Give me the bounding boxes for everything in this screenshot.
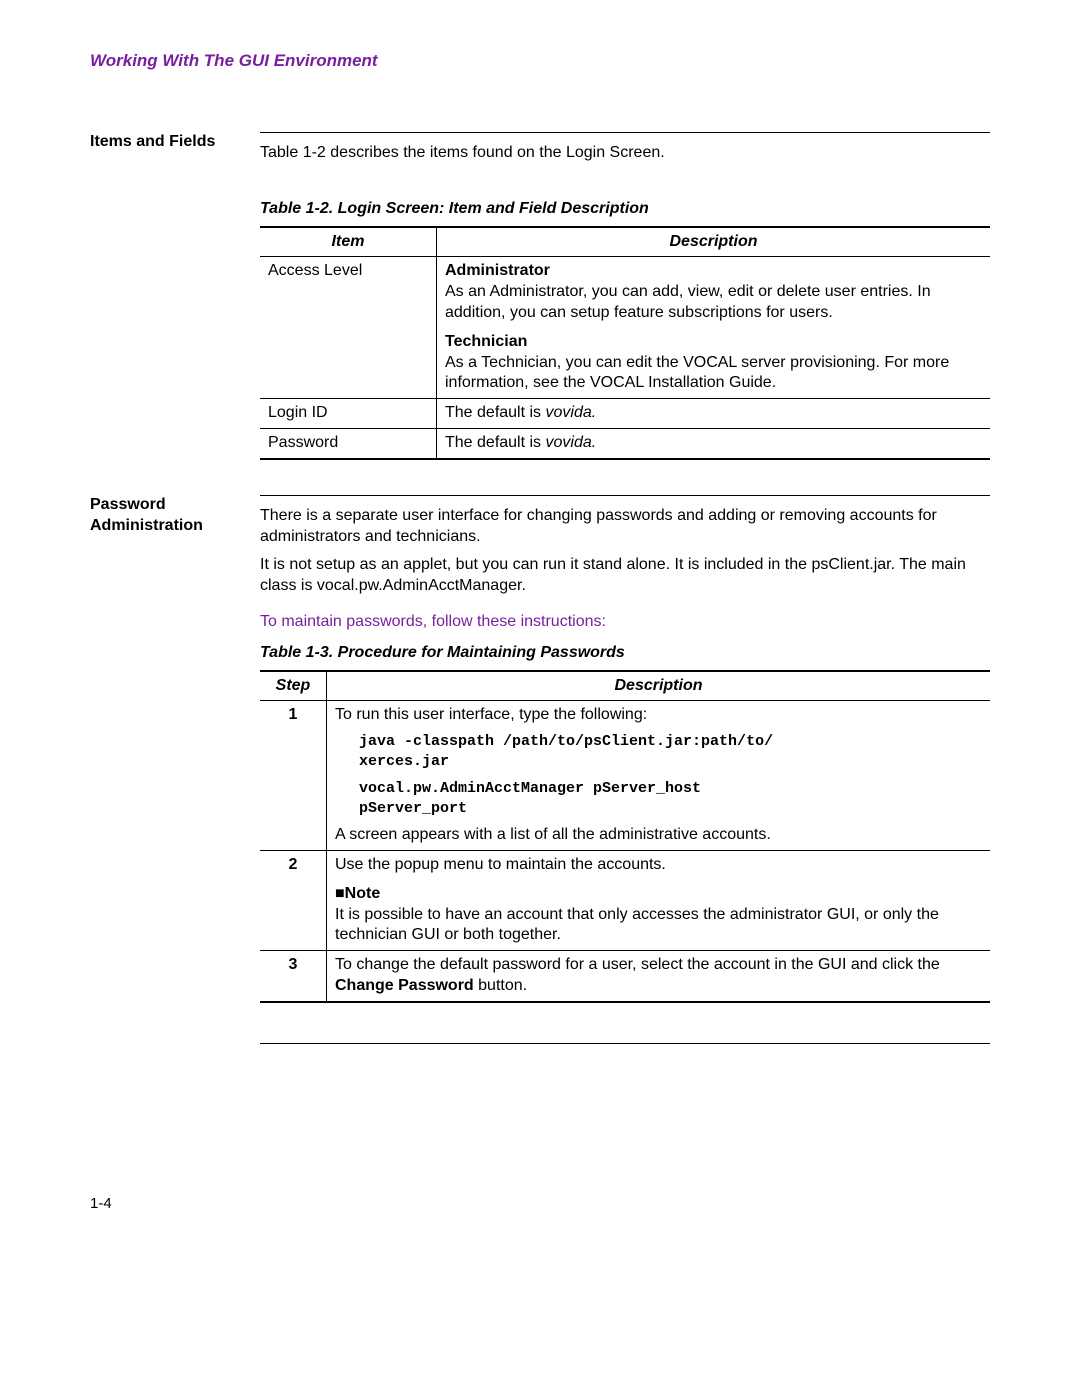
password-desc-pre: The default is [445,434,546,451]
cell-item-login: Login ID [260,399,437,429]
admin-body: As an Administrator, you can add, view, … [445,282,982,324]
note-body: It is possible to have an account that o… [335,905,982,947]
cell-desc-password: The default is vovida. [437,429,991,459]
col-item-header: Item [260,227,437,257]
table-row: 1 To run this user interface, type the f… [260,701,990,851]
step3-pre: To change the default password for a use… [335,956,940,973]
step-num-1: 1 [260,701,327,851]
login-desc-em: vovida. [546,404,597,421]
col-description-header: Description [437,227,991,257]
table-row: Access Level Administrator As an Adminis… [260,257,990,399]
step-num-3: 3 [260,951,327,1002]
password-admin-instruction: To maintain passwords, follow these inst… [260,612,990,633]
step-desc-3: To change the default password for a use… [327,951,991,1002]
code-line: pServer_port [359,799,982,819]
table-row: Step Description [260,671,990,701]
items-and-fields-intro: Table 1-2 describes the items found on t… [260,143,990,164]
section-password-admin: Password Administration There is a separ… [90,495,990,1044]
section-items-and-fields: Items and Fields Table 1-2 describes the… [90,132,990,460]
table-row: Password The default is vovida. [260,429,990,459]
table-row: 2 Use the popup menu to maintain the acc… [260,851,990,951]
tech-head: Technician [445,332,982,353]
step1-intro: To run this user interface, type the fol… [335,705,982,726]
table-1-2: Item Description Access Level Administra… [260,226,990,460]
cell-item-access: Access Level [260,257,437,399]
step2-intro: Use the popup menu to maintain the accou… [335,855,982,876]
page-footer: 1-4 [90,1194,990,1214]
col-description-header: Description [327,671,991,701]
table-1-2-caption: Table 1-2. Login Screen: Item and Field … [260,199,990,220]
side-label-items-and-fields: Items and Fields [90,132,260,460]
table-1-3: Step Description 1 To run this user inte… [260,670,990,1003]
page-header-title: Working With The GUI Environment [90,50,990,72]
table-row: Item Description [260,227,990,257]
cell-item-password: Password [260,429,437,459]
admin-head: Administrator [445,261,982,282]
step-desc-1: To run this user interface, type the fol… [327,701,991,851]
login-desc-pre: The default is [445,404,546,421]
note-head: ■Note [335,884,982,905]
password-admin-p1: There is a separate user interface for c… [260,506,990,548]
table-row: 3 To change the default password for a u… [260,951,990,1002]
col-step-header: Step [260,671,327,701]
step1-code-block-2: vocal.pw.AdminAcctManager pServer_host p… [359,779,982,820]
code-line: xerces.jar [359,752,982,772]
cell-desc-login: The default is vovida. [437,399,991,429]
code-line: vocal.pw.AdminAcctManager pServer_host [359,779,982,799]
step-desc-2: Use the popup menu to maintain the accou… [327,851,991,951]
step1-outro: A screen appears with a list of all the … [335,825,982,846]
step3-strong: Change Password [335,977,474,994]
password-desc-em: vovida. [546,434,597,451]
content-password-admin: There is a separate user interface for c… [260,495,990,1044]
section-end-rule [260,1043,990,1044]
cell-desc-access: Administrator As an Administrator, you c… [437,257,991,399]
password-admin-p2: It is not setup as an applet, but you ca… [260,555,990,597]
step3-post: button. [474,977,527,994]
table-1-3-caption: Table 1-3. Procedure for Maintaining Pas… [260,643,990,664]
tech-body: As a Technician, you can edit the VOCAL … [445,353,982,395]
table-row: Login ID The default is vovida. [260,399,990,429]
step1-code-block-1: java -classpath /path/to/psClient.jar:pa… [359,732,982,773]
code-line: java -classpath /path/to/psClient.jar:pa… [359,732,982,752]
content-items-and-fields: Table 1-2 describes the items found on t… [260,132,990,460]
step-num-2: 2 [260,851,327,951]
side-label-password-admin: Password Administration [90,495,260,1044]
